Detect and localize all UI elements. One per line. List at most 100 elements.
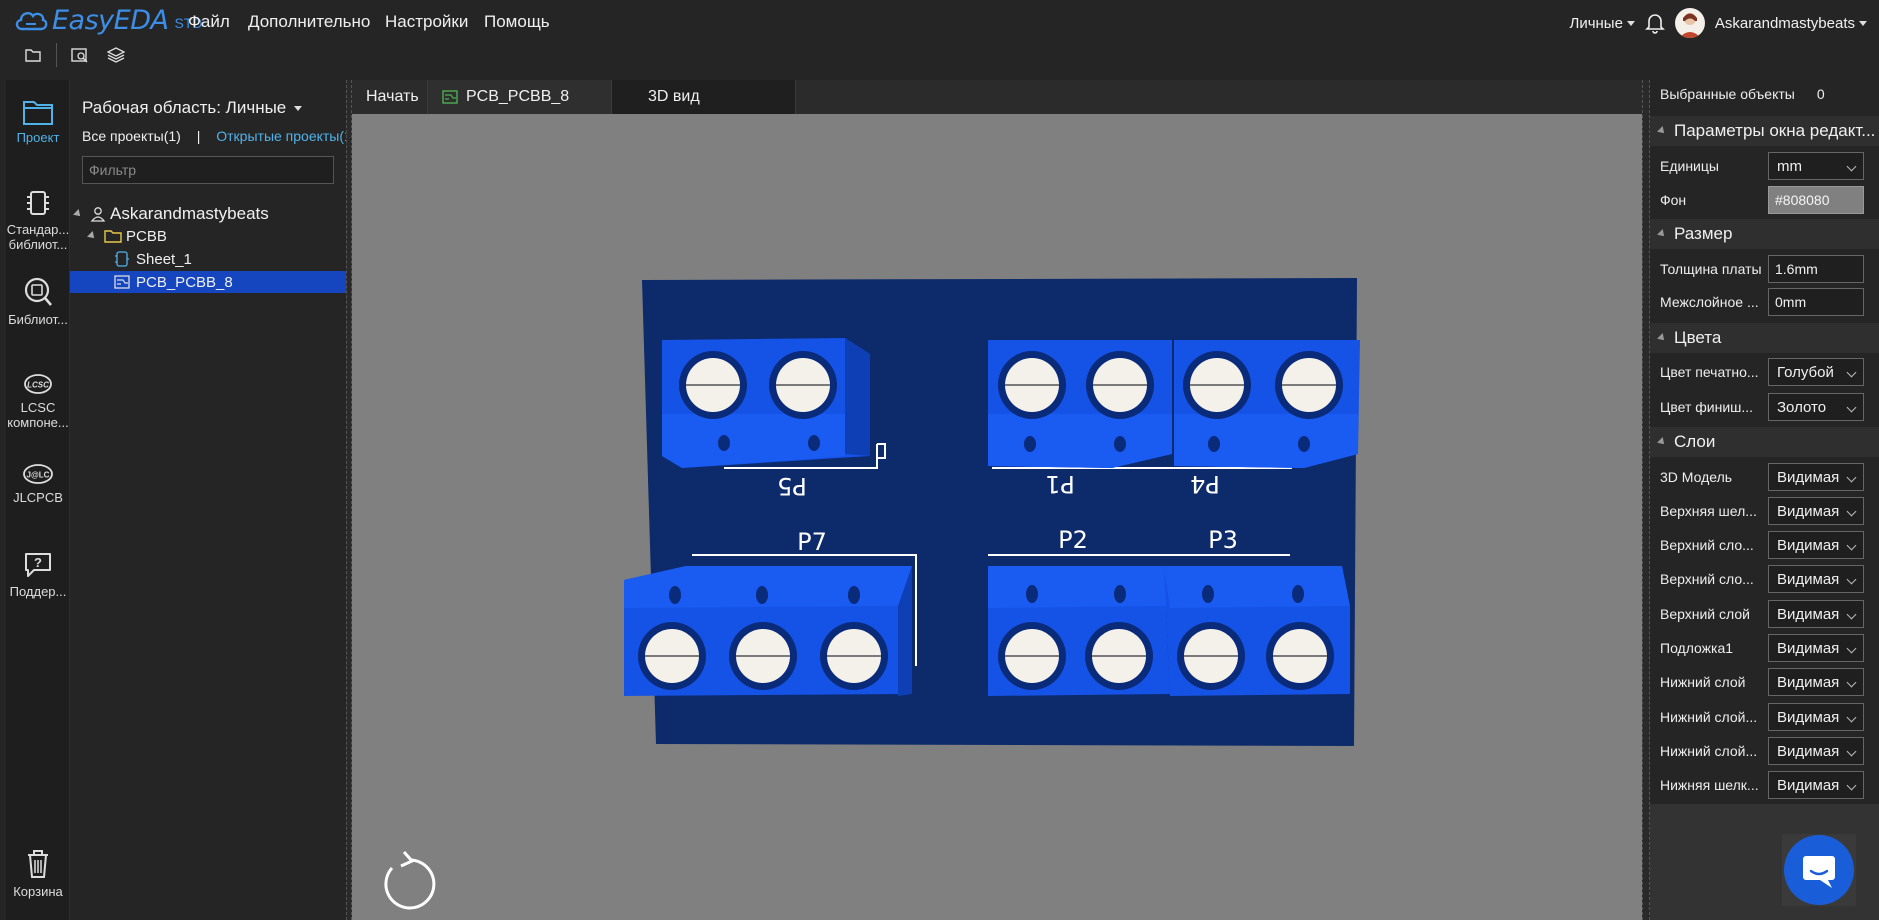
connector-p5 [662, 338, 870, 468]
rail-std-library[interactable]: Стандар... библиот... [6, 188, 70, 252]
layer-label: Верхний слой [1660, 606, 1750, 622]
layer-visibility-select[interactable]: Видимая [1768, 771, 1864, 799]
image-folder-icon[interactable] [67, 44, 93, 66]
layers-icon[interactable] [103, 44, 129, 66]
layer-visibility-select[interactable]: Видимая [1768, 463, 1864, 491]
caret-down-icon [1859, 21, 1867, 27]
section-layers[interactable]: Слои [1650, 427, 1879, 457]
project-links: Все проекты(1) | Открытые проекты(1 [82, 128, 346, 144]
tree-pcb-label: PCB_PCBB_8 [136, 273, 233, 291]
section-colors[interactable]: Цвета [1650, 323, 1879, 353]
layer-visibility-value: Видимая [1777, 570, 1840, 588]
tab-start[interactable]: Начать [352, 80, 428, 114]
folder-icon [104, 230, 122, 243]
tree-item-pcb[interactable]: PCB_PCBB_8 [70, 271, 346, 293]
layer-visibility-select[interactable]: Видимая [1768, 565, 1864, 593]
filter-input[interactable] [82, 156, 334, 184]
collapse-icon [1657, 126, 1667, 136]
menu-help[interactable]: Помощь [484, 12, 550, 32]
tree-sheet-label: Sheet_1 [136, 250, 192, 268]
tree-item-sheet[interactable]: Sheet_1 [70, 248, 346, 270]
section-editor-params[interactable]: Параметры окна редакт... [1650, 116, 1879, 146]
label-p7: P7 [797, 528, 827, 556]
open-projects-link[interactable]: Открытые проекты(1 [216, 128, 346, 144]
lcsc-icon: LCSC [24, 374, 52, 394]
workspace-selector-label: Рабочая область: Личные [82, 98, 287, 117]
layer-visibility-value: Видимая [1777, 639, 1840, 657]
layer-label: Верхний сло... [1660, 537, 1754, 553]
collapse-icon [1657, 333, 1667, 343]
layer-label: Нижняя шелк... [1660, 777, 1759, 793]
links-separator: | [196, 128, 201, 144]
pcb-icon [442, 90, 458, 104]
workspace-selector[interactable]: Рабочая область: Личные [82, 98, 303, 118]
layer-label: Верхний сло... [1660, 571, 1754, 587]
rail-project-label: Проект [16, 130, 60, 145]
3d-viewport[interactable]: P5 P1 P4 P7 P2 P3 [352, 114, 1642, 920]
rail-lcsc[interactable]: LCSC LCSC компоне... [6, 372, 70, 430]
all-projects-link[interactable]: Все проекты(1) [82, 128, 181, 144]
finish-color-select[interactable]: Золото [1768, 393, 1864, 421]
layer-label: Подложка1 [1660, 640, 1734, 656]
tab-pcb[interactable]: PCB_PCBB_8 [428, 80, 612, 114]
layer-visibility-value: Видимая [1777, 605, 1840, 623]
background-color-input[interactable]: #808080 [1768, 186, 1864, 214]
section-layers-title: Слои [1674, 432, 1716, 451]
rail-jlcpcb-label: JLCPCB [13, 490, 63, 505]
layer-visibility-select[interactable]: Видимая [1768, 497, 1864, 525]
user-area: Личные Askarandmastybeats [1569, 8, 1867, 38]
thickness-value: 1.6mm [1775, 261, 1818, 277]
username-dropdown[interactable]: Askarandmastybeats [1715, 15, 1867, 32]
help-chat-icon: ? [25, 553, 51, 577]
thickness-input[interactable]: 1.6mm [1768, 255, 1864, 283]
user-icon [90, 207, 106, 222]
tab-3d-view[interactable]: 3D вид [612, 80, 796, 114]
units-value: mm [1777, 157, 1802, 175]
folder-icon[interactable] [20, 44, 46, 66]
pcb-color-select[interactable]: Голубой [1768, 358, 1864, 386]
tab-3d-view-label: 3D вид [648, 88, 700, 105]
layer-label: Нижний слой... [1660, 709, 1758, 725]
right-panel-splitter[interactable] [1642, 80, 1650, 920]
connector-p4 [1174, 340, 1360, 468]
svg-text:J@LC: J@LC [27, 471, 50, 480]
app-logo[interactable]: EasyEDA STD [14, 4, 202, 36]
rail-trash[interactable]: Корзина [6, 848, 70, 899]
layer-visibility-select[interactable]: Видимая [1768, 703, 1864, 731]
layer-visibility-select[interactable]: Видимая [1768, 600, 1864, 628]
interlayer-value: 0mm [1775, 294, 1807, 310]
layer-visibility-select[interactable]: Видимая [1768, 737, 1864, 765]
layer-visibility-select[interactable]: Видимая [1768, 531, 1864, 559]
pcb-color-label: Цвет печатно... [1660, 364, 1759, 380]
rotate-view-icon [384, 851, 436, 910]
pcb-icon [114, 275, 130, 289]
tree-item-project[interactable]: PCBB [70, 225, 346, 247]
caret-down-icon [1626, 21, 1635, 27]
section-size-title: Размер [1674, 224, 1733, 243]
label-p5: P5 [777, 472, 807, 500]
avatar[interactable] [1674, 8, 1705, 38]
units-select[interactable]: mm [1768, 152, 1864, 180]
rail-support[interactable]: ? Поддер... [6, 550, 70, 599]
tree-item-user[interactable]: Askarandmastybeats [70, 203, 346, 225]
menu-file[interactable]: Файл [188, 12, 230, 32]
cloud-logo-icon [15, 12, 48, 31]
menu-settings[interactable]: Настройки [385, 12, 468, 32]
layer-visibility-value: Видимая [1777, 776, 1840, 794]
bell-icon[interactable] [1644, 12, 1665, 34]
layer-visibility-select[interactable]: Видимая [1768, 634, 1864, 662]
rail-library[interactable]: Библиот... [6, 276, 70, 327]
workspace-dropdown[interactable]: Личные [1569, 15, 1635, 32]
username-label: Askarandmastybeats [1714, 14, 1855, 32]
rail-project[interactable]: Проект [6, 98, 70, 145]
layer-visibility-select[interactable]: Видимая [1768, 668, 1864, 696]
tree-project-label: PCBB [126, 227, 167, 245]
menu-advanced[interactable]: Дополнительно [248, 12, 370, 32]
interlayer-input[interactable]: 0mm [1768, 288, 1864, 316]
layer-label: 3D Модель [1660, 469, 1733, 485]
chat-bubble-icon [1784, 835, 1854, 905]
section-size[interactable]: Размер [1650, 219, 1879, 249]
chat-widget[interactable] [1782, 834, 1856, 906]
layer-visibility-value: Видимая [1777, 742, 1840, 760]
rail-jlcpcb[interactable]: J@LC JLCPCB [6, 462, 70, 505]
